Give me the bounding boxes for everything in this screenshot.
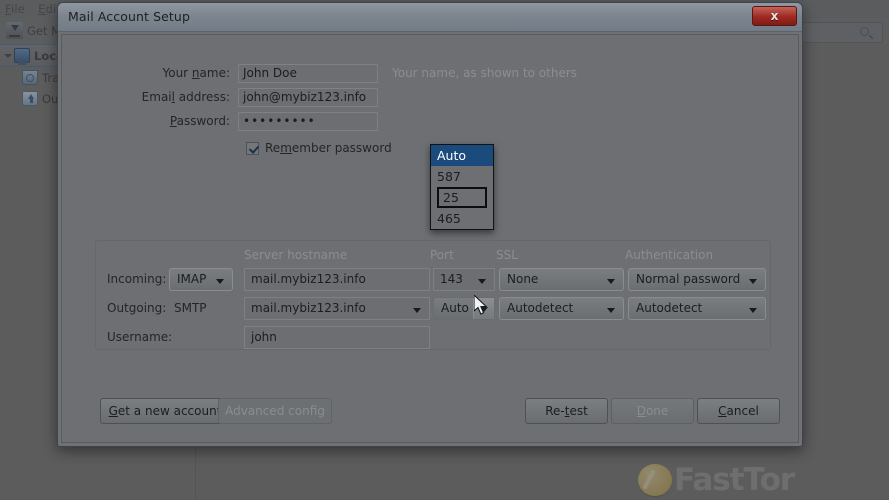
header-ssl: SSL: [496, 248, 518, 262]
gna-post: et a new account: [117, 404, 222, 418]
get-mail-label: Get M: [27, 23, 62, 38]
outgoing-ssl-select[interactable]: Autodetect: [499, 297, 624, 320]
outgoing-port-value: Auto: [441, 301, 469, 315]
outgoing-hostname-value: mail.mybiz123.info: [251, 301, 366, 315]
incoming-protocol-select[interactable]: IMAP: [169, 268, 233, 291]
header-port: Port: [430, 248, 454, 262]
dialog-title: Mail Account Setup: [68, 9, 190, 24]
server-settings-group: Server hostname Port SSL Authentication …: [95, 240, 771, 350]
chevron-down-icon: [607, 279, 615, 284]
outgoing-row: Outgoing: SMTP mail.mybiz123.info Auto A…: [96, 297, 770, 320]
remember-label-post: ember password: [291, 141, 392, 155]
outgoing-ssl-value: Autodetect: [507, 301, 574, 315]
done-post: one: [645, 404, 669, 418]
incoming-row: Incoming: IMAP mail.mybiz123.info 143 No…: [96, 268, 770, 291]
incoming-ssl-select[interactable]: None: [499, 268, 624, 291]
port-option-25[interactable]: 25: [437, 187, 487, 208]
remember-password-checkbox[interactable]: [246, 141, 259, 155]
chevron-down-icon: [749, 308, 757, 313]
advanced-config-button: Advanced config: [218, 398, 332, 424]
password-label-accel: P: [169, 114, 177, 128]
done-button: Done: [611, 398, 694, 424]
row-email-address: Email address: john@mybiz123.info: [62, 85, 798, 109]
remember-label-pre: Re: [265, 141, 281, 155]
chevron-down-icon: [478, 279, 486, 284]
incoming-hostname-input[interactable]: mail.mybiz123.info: [244, 268, 430, 291]
trash-icon: [22, 70, 38, 85]
your-name-label-post: ame:: [199, 66, 230, 80]
remember-label-accel: m: [280, 141, 292, 155]
your-name-label-pre: Your: [162, 66, 192, 80]
close-button[interactable]: x: [752, 6, 797, 26]
remember-password-label: Remember password: [265, 141, 392, 155]
outgoing-port-dropdown-button[interactable]: [473, 298, 494, 319]
chevron-down-icon: [749, 279, 757, 284]
username-label: Username:: [107, 330, 173, 344]
monitor-icon: [14, 48, 30, 65]
outgoing-protocol-text: SMTP: [174, 301, 207, 315]
dialog-title-bar: Mail Account Setup x: [58, 3, 802, 32]
port-option-auto[interactable]: Auto: [431, 145, 493, 166]
incoming-label: Incoming:: [107, 272, 167, 286]
password-label-post: assword:: [176, 114, 230, 128]
menu-item-file[interactable]: File: [5, 2, 25, 16]
your-name-label: Your name:: [62, 66, 238, 80]
done-accel: D: [636, 404, 646, 418]
port-option-465[interactable]: 465: [431, 208, 493, 229]
retest-post: est: [569, 404, 588, 418]
search-icon: [860, 27, 874, 40]
cancel-accel: C: [718, 404, 727, 418]
outgoing-auth-value: Autodetect: [636, 301, 703, 315]
port-dropdown-popup[interactable]: Auto 587 25 465: [430, 144, 494, 230]
email-label-post: address:: [174, 90, 230, 104]
your-name-hint: Your name, as shown to others: [392, 66, 578, 80]
dialog-body: Your name: John Doe Your name, as shown …: [61, 34, 799, 443]
menu-edit-accel: E: [38, 2, 46, 16]
get-new-account-button[interactable]: Get a new account: [100, 398, 230, 424]
chevron-down-icon: [607, 308, 615, 313]
email-address-label: Email address:: [62, 90, 238, 104]
cancel-button[interactable]: Cancel: [697, 398, 780, 424]
incoming-ssl-value: None: [507, 272, 539, 286]
get-mail-button[interactable]: Get M: [6, 22, 61, 39]
chevron-down-icon: [480, 307, 488, 312]
your-name-input[interactable]: John Doe: [238, 63, 378, 83]
chevron-down-icon: [216, 279, 224, 284]
incoming-auth-select[interactable]: Normal password: [628, 268, 766, 291]
dialog-footer: Get a new account Advanced config Re-tes…: [62, 398, 798, 424]
cancel-post: ancel: [726, 404, 759, 418]
retest-button[interactable]: Re-test: [525, 398, 608, 424]
email-address-input[interactable]: john@mybiz123.info: [238, 87, 378, 107]
retest-pre: Re-: [545, 404, 565, 418]
incoming-port-select[interactable]: 143: [433, 268, 495, 291]
close-icon: x: [770, 9, 779, 23]
download-icon: [6, 22, 23, 39]
password-input[interactable]: •••••••••: [238, 111, 378, 131]
username-row: Username: john: [96, 326, 770, 349]
outgoing-port-select[interactable]: Auto: [433, 297, 495, 320]
incoming-protocol-value: IMAP: [177, 272, 207, 286]
menu-file-rest: ile: [10, 2, 26, 16]
header-server-hostname: Server hostname: [244, 248, 348, 262]
email-label-pre: Emai: [141, 90, 172, 104]
row-password: Password: •••••••••: [62, 109, 798, 133]
folder-label-outbox: Ou: [42, 91, 59, 106]
incoming-auth-value: Normal password: [636, 272, 741, 286]
your-name-label-accel: n: [191, 66, 200, 80]
outgoing-label: Outgoing:: [107, 301, 167, 315]
username-input[interactable]: john: [244, 326, 430, 349]
outbox-icon: [22, 91, 38, 106]
gna-accel: G: [108, 404, 118, 418]
incoming-port-value: 143: [440, 272, 463, 286]
outgoing-auth-select[interactable]: Autodetect: [628, 297, 766, 320]
twisty-icon[interactable]: [4, 53, 12, 58]
row-your-name: Your name: John Doe Your name, as shown …: [62, 61, 798, 85]
chevron-down-icon: [413, 308, 421, 313]
password-label: Password:: [62, 114, 238, 128]
port-option-587[interactable]: 587: [431, 166, 493, 187]
mail-account-setup-dialog: Mail Account Setup x Your name: John Doe…: [57, 2, 803, 447]
outgoing-hostname-input[interactable]: mail.mybiz123.info: [244, 297, 430, 320]
header-authentication: Authentication: [625, 248, 714, 262]
